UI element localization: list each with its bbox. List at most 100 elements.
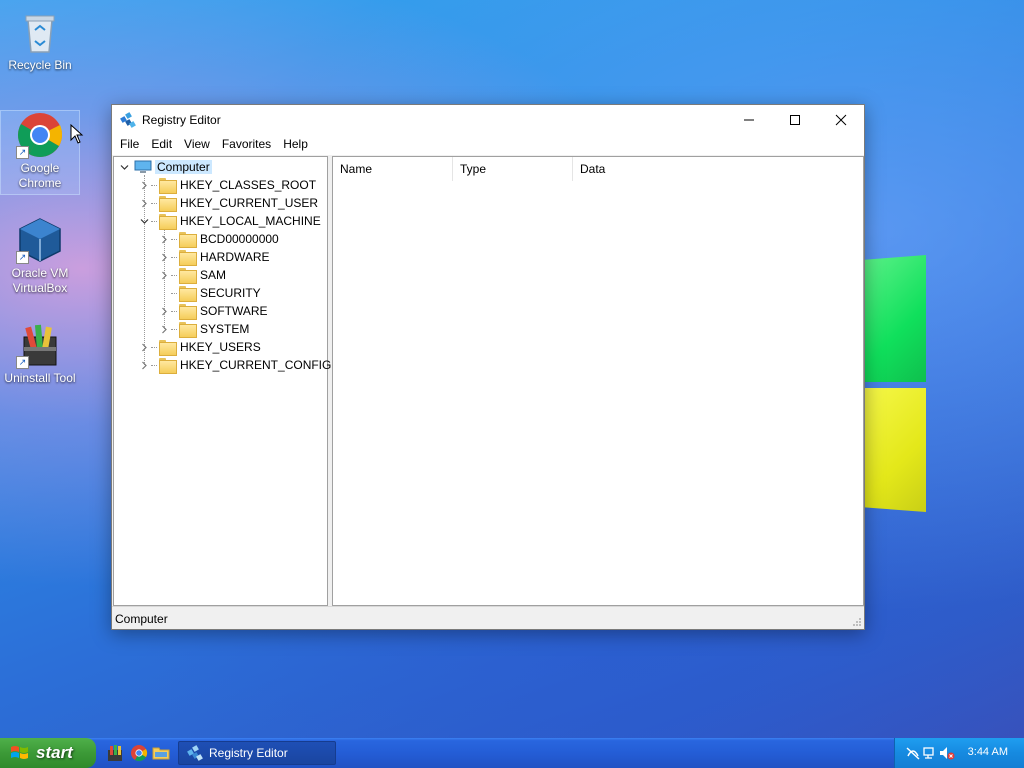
tree-label: SAM	[200, 268, 227, 282]
desktop-icon-virtualbox[interactable]: ↗ Oracle VM VirtualBox	[1, 216, 79, 296]
desktop-icon-label: Uninstall Tool	[4, 371, 76, 385]
tree-label: SOFTWARE	[200, 304, 268, 318]
tree-label: HKEY_USERS	[180, 340, 261, 354]
status-text: Computer	[115, 612, 168, 626]
close-button[interactable]	[818, 105, 864, 135]
shortcut-arrow-icon: ↗	[16, 251, 29, 264]
clock[interactable]: 3:44 AM	[968, 746, 1008, 758]
desktop-icon-uninstall-tool[interactable]: ↗ Uninstall Tool	[1, 321, 79, 386]
desktop-icon-label: Oracle VM VirtualBox	[11, 266, 69, 295]
tree-node-sam[interactable]: SAM	[158, 266, 228, 284]
minimize-icon	[744, 119, 754, 121]
minimize-button[interactable]	[726, 105, 772, 135]
tree-node-computer[interactable]: Computer	[118, 158, 212, 176]
taskbar-button-registry-editor[interactable]: Registry Editor	[178, 741, 336, 765]
wallpaper-logo	[860, 255, 930, 515]
tree-label: BCD00000000	[200, 232, 279, 246]
expand-chevron-icon[interactable]	[158, 266, 170, 284]
registry-editor-icon	[187, 745, 203, 761]
wallpaper-logo-green-pane	[860, 255, 926, 382]
tree-node-hkey-classes-root[interactable]: HKEY_CLASSES_ROOT	[138, 176, 318, 194]
folder-icon	[179, 322, 197, 338]
menu-view[interactable]: View	[178, 135, 216, 155]
expand-chevron-icon[interactable]	[138, 176, 150, 194]
expand-chevron-icon[interactable]	[158, 230, 170, 248]
menu-help[interactable]: Help	[277, 135, 314, 155]
folder-icon	[179, 304, 197, 320]
values-pane[interactable]: Name Type Data	[332, 156, 864, 606]
expand-chevron-icon[interactable]	[138, 356, 150, 374]
status-bar: Computer	[112, 606, 864, 629]
folder-icon	[159, 358, 177, 374]
close-icon	[835, 114, 847, 126]
tree-label: SYSTEM	[200, 322, 250, 336]
values-column-header: Name Type Data	[333, 157, 863, 181]
virtualbox-icon: ↗	[16, 216, 64, 264]
resize-grip-icon[interactable]	[852, 617, 862, 627]
menu-edit[interactable]: Edit	[145, 135, 178, 155]
registry-editor-window[interactable]: Registry Editor File Edit View Favorites…	[111, 104, 865, 630]
network-icon[interactable]	[923, 746, 939, 760]
title-bar[interactable]: Registry Editor	[112, 105, 864, 135]
expand-chevron-icon[interactable]	[138, 194, 150, 212]
desktop-icon-recycle-bin[interactable]: Recycle Bin	[1, 8, 79, 73]
folder-icon	[159, 340, 177, 356]
desktop-icon-label: Recycle Bin	[8, 58, 72, 72]
start-label: start	[36, 743, 73, 762]
taskbar: start Registry Editor 3:44 AM	[0, 738, 1024, 768]
wallpaper-logo-yellow-pane	[860, 388, 926, 512]
expand-chevron-icon[interactable]	[158, 320, 170, 338]
maximize-icon	[790, 115, 800, 125]
folder-icon	[179, 232, 197, 248]
chrome-icon: ↗	[16, 111, 64, 159]
shortcut-arrow-icon: ↗	[16, 146, 29, 159]
folder-icon	[159, 196, 177, 212]
taskbar-button-label: Registry Editor	[209, 746, 288, 760]
tree-node-hkey-local-machine[interactable]: HKEY_LOCAL_MACHINE	[138, 212, 323, 230]
folder-icon	[159, 214, 177, 230]
volume-muted-icon[interactable]	[939, 746, 955, 760]
column-header-data[interactable]: Data	[573, 157, 863, 181]
tree-label: HKEY_CURRENT_CONFIG	[180, 358, 332, 372]
menu-file[interactable]: File	[114, 135, 145, 155]
tree-node-security[interactable]: SECURITY	[158, 284, 263, 302]
recycle-bin-icon	[16, 8, 64, 56]
column-header-name[interactable]: Name	[333, 157, 453, 181]
shortcut-arrow-icon: ↗	[16, 356, 29, 369]
computer-icon	[134, 160, 152, 173]
tree-label: HKEY_LOCAL_MACHINE	[180, 214, 321, 228]
menu-favorites[interactable]: Favorites	[216, 135, 277, 155]
expand-chevron-icon[interactable]	[158, 248, 170, 266]
system-tray: 3:44 AM	[894, 738, 1024, 768]
desktop-icon-label: Google Chrome	[18, 161, 62, 190]
quicklaunch-chrome-icon[interactable]	[130, 744, 148, 762]
tree-node-hkey-users[interactable]: HKEY_USERS	[138, 338, 263, 356]
quicklaunch-file-explorer-icon[interactable]	[152, 744, 170, 762]
folder-icon	[179, 268, 197, 284]
tree-node-bcd00000000[interactable]: BCD00000000	[158, 230, 281, 248]
tree-node-hardware[interactable]: HARDWARE	[158, 248, 272, 266]
tree-label: SECURITY	[200, 286, 261, 300]
desktop-icon-google-chrome[interactable]: ↗ Google Chrome	[0, 110, 80, 195]
tree-label: Computer	[155, 160, 212, 174]
tree-pane[interactable]: Computer HKEY_CLASSES_ROOT HKEY_CURRENT_…	[113, 156, 331, 606]
collapse-chevron-icon[interactable]	[118, 158, 130, 176]
tree-node-system[interactable]: SYSTEM	[158, 320, 251, 338]
folder-icon	[159, 178, 177, 194]
window-title: Registry Editor	[142, 113, 221, 127]
start-button[interactable]: start	[0, 738, 96, 768]
tree-label: HARDWARE	[200, 250, 270, 264]
network-disconnected-icon[interactable]	[905, 746, 921, 760]
mouse-cursor-icon	[70, 124, 84, 144]
tree-node-hkey-current-user[interactable]: HKEY_CURRENT_USER	[138, 194, 320, 212]
tree-label: HKEY_CURRENT_USER	[180, 196, 319, 210]
expand-chevron-icon[interactable]	[158, 302, 170, 320]
maximize-button[interactable]	[772, 105, 818, 135]
tree-node-software[interactable]: SOFTWARE	[158, 302, 270, 320]
quicklaunch-uninstall-tool-icon[interactable]	[106, 744, 124, 762]
tree-label: HKEY_CLASSES_ROOT	[180, 178, 317, 192]
expand-chevron-icon[interactable]	[138, 338, 150, 356]
column-header-type[interactable]: Type	[453, 157, 573, 181]
tree-node-hkey-current-config[interactable]: HKEY_CURRENT_CONFIG	[138, 356, 333, 374]
collapse-chevron-icon[interactable]	[138, 212, 150, 230]
